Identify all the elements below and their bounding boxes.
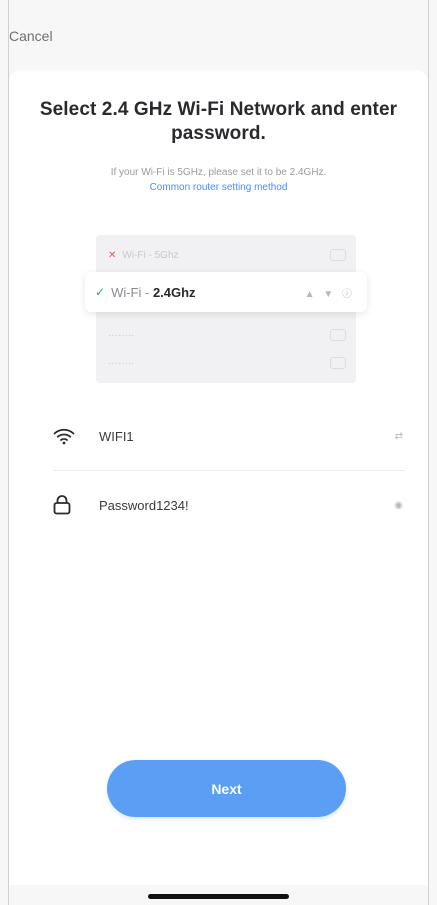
- cancel-button[interactable]: Cancel: [9, 28, 53, 44]
- form-divider: [53, 470, 405, 471]
- router-settings-link[interactable]: Common router setting method: [9, 181, 428, 194]
- wifi-password-row[interactable]: Password1234! ◉: [53, 481, 405, 529]
- show-password-eye-icon[interactable]: ◉: [394, 500, 403, 511]
- wifi-setup-sheet: Select 2.4 GHz Wi-Fi Network and enter p…: [9, 70, 428, 885]
- lock-wifi-info-icons: ▲ ▼ ⓘ: [304, 289, 355, 300]
- toggle-outline-icon: [330, 329, 346, 341]
- illustration-24ghz-label: Wi-Fi - 2.4Ghz: [111, 285, 196, 300]
- password-value[interactable]: Password1234!: [99, 498, 189, 513]
- band-hint-text: If your Wi-Fi is 5GHz, please set it to …: [110, 167, 327, 178]
- illustration-row-24ghz: ✓ Wi-Fi - 2.4Ghz ▲ ▼ ⓘ: [85, 272, 367, 312]
- wifi-band-illustration: ✕ Wi-Fi - 5Ghz ✓ Wi-Fi - 2.4Ghz ▲ ▼ ⓘ ··…: [85, 235, 367, 385]
- page-title: Select 2.4 GHz Wi-Fi Network and enter p…: [39, 99, 398, 144]
- next-button[interactable]: Next: [107, 760, 346, 817]
- x-mark-icon: ✕: [108, 249, 117, 261]
- toggle-outline-icon: [330, 357, 346, 369]
- ssid-value[interactable]: WIFI1: [99, 429, 134, 444]
- wifi-ssid-row[interactable]: WIFI1 ⇄: [53, 412, 405, 460]
- illustration-placeholder-row-2: ········: [96, 348, 356, 378]
- toggle-outline-icon: [330, 249, 346, 261]
- illustration-24ghz-prefix: Wi-Fi -: [111, 284, 153, 300]
- placeholder-text: ········: [108, 329, 135, 341]
- lock-icon: [53, 493, 81, 517]
- illustration-row-5ghz: ✕ Wi-Fi - 5Ghz: [96, 240, 356, 270]
- illustration-5ghz-label: Wi-Fi - 5Ghz: [122, 249, 179, 261]
- home-indicator[interactable]: [148, 894, 289, 899]
- placeholder-text: ········: [108, 357, 135, 369]
- illustration-placeholder-row-1: ········: [96, 320, 356, 350]
- wifi-icon: [53, 424, 81, 448]
- app-screen: Cancel Select 2.4 GHz Wi-Fi Network and …: [0, 0, 437, 905]
- illustration-24ghz-band: 2.4Ghz: [152, 284, 196, 300]
- switch-network-icon[interactable]: ⇄: [395, 431, 403, 442]
- checkmark-icon: ✓: [95, 285, 106, 299]
- top-bar: Cancel: [0, 0, 437, 70]
